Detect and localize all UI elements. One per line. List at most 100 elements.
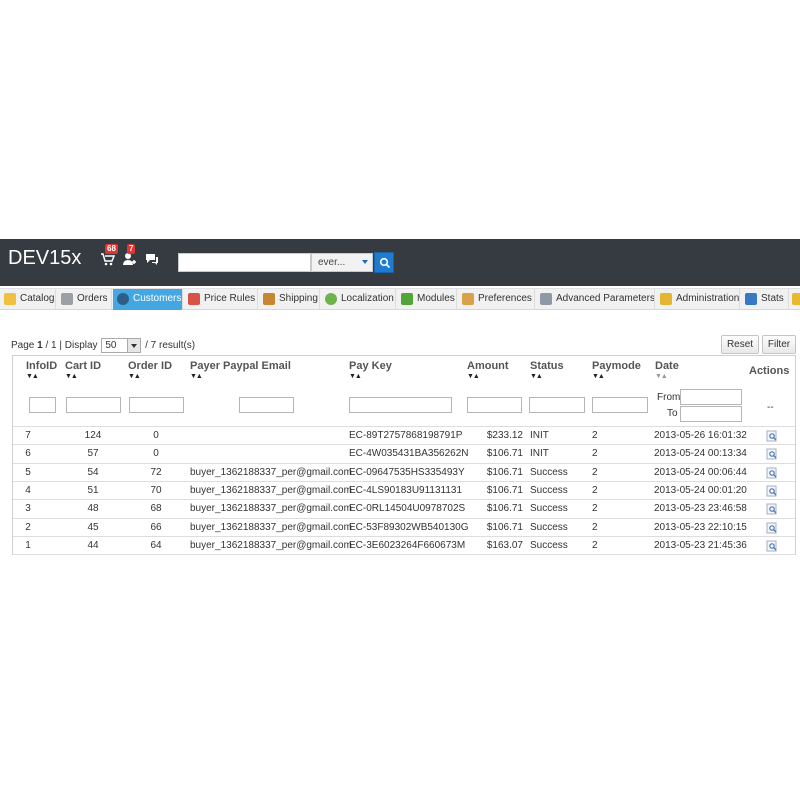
actions-filter-placeholder: --	[767, 402, 774, 413]
date-to-input[interactable]	[680, 406, 742, 422]
cell-date: 2013-05-23 23:46:58	[654, 503, 747, 515]
tab-label: Preferences	[478, 293, 532, 304]
page-separator: /	[45, 340, 49, 352]
cart-icon	[61, 293, 73, 305]
cell-paykey: EC-4W035431BA356262N	[349, 448, 469, 460]
tab-label: Localization	[341, 293, 394, 304]
customers-notification[interactable]: 7	[122, 244, 140, 269]
orders-notification[interactable]: 68	[100, 244, 118, 269]
table-row[interactable]: 1 44 64 buyer_1362188337_per@gmail.com EC-3E…	[13, 535, 795, 554]
cell-infoid: 4	[25, 484, 31, 496]
tab-label: Administration	[676, 293, 740, 304]
view-details-icon[interactable]	[766, 522, 778, 534]
view-details-icon[interactable]	[766, 430, 778, 442]
search-input[interactable]	[178, 253, 311, 272]
search-button[interactable]	[374, 252, 394, 273]
cell-cartid: 48	[87, 503, 99, 515]
filter-infoid-input[interactable]	[29, 397, 56, 413]
cell-paymode: 2	[592, 448, 598, 460]
tab-advanced-parameters[interactable]: Advanced Parameters	[536, 289, 655, 310]
messages-notification[interactable]	[144, 251, 162, 269]
sort-arrows[interactable]: ▼▲	[655, 373, 668, 380]
tab-overflow[interactable]	[790, 289, 800, 310]
view-details-icon[interactable]	[766, 485, 778, 497]
tab-label: Customers	[133, 293, 182, 304]
reset-button[interactable]: Reset	[721, 335, 759, 354]
sort-arrows[interactable]: ▼▲	[530, 373, 543, 380]
tab-modules[interactable]: Modules	[397, 289, 457, 310]
filter-paykey-input[interactable]	[349, 397, 452, 413]
tab-stats[interactable]: Stats	[741, 289, 789, 310]
column-header-status: Status	[530, 360, 564, 372]
table-row[interactable]: 2 45 66 buyer_1362188337_per@gmail.com EC-53…	[13, 517, 795, 536]
sort-arrows[interactable]: ▼▲	[349, 373, 362, 380]
sort-arrows[interactable]: ▼▲	[592, 373, 605, 380]
cell-date: 2013-05-23 22:10:15	[654, 521, 747, 533]
cell-email: buyer_1362188337_per@gmail.com	[190, 539, 352, 551]
cell-orderid: 66	[150, 521, 162, 533]
cell-paykey: EC-53F89302WB540130G	[349, 521, 469, 533]
tab-localization[interactable]: Localization	[321, 289, 396, 310]
column-header-email: Payer Paypal Email	[190, 360, 291, 372]
tab-customers[interactable]: Customers	[113, 289, 183, 310]
sort-arrows[interactable]: ▼▲	[467, 373, 480, 380]
table-row[interactable]: 6 57 0 EC-4W035431BA356262N $106.71 INIT 2 2013…	[13, 444, 795, 462]
cell-paykey: EC-3E6023264F660673M	[349, 539, 466, 551]
tab-label: Shipping	[279, 293, 318, 304]
shop-name[interactable]: DEV15x	[8, 247, 81, 270]
cell-orderid: 64	[150, 539, 162, 551]
cell-infoid: 6	[25, 448, 31, 460]
tab-catalog[interactable]: Catalog	[0, 289, 56, 310]
sort-arrows[interactable]: ▼▲	[128, 373, 141, 380]
cell-status: Success	[530, 466, 568, 478]
column-header-orderid: Order ID	[128, 360, 173, 372]
column-header-paymode: Paymode	[592, 360, 641, 372]
table-row[interactable]: 7 124 0 EC-89T2757868198791P $233.12 INIT 2 201…	[13, 426, 795, 444]
table-row[interactable]: 5 54 72 buyer_1362188337_per@gmail.com EC-09…	[13, 462, 795, 481]
filter-orderid-input[interactable]	[129, 397, 184, 413]
customers-badge: 7	[127, 244, 136, 254]
cell-amount: $106.71	[486, 466, 523, 478]
chevron-down-icon	[362, 260, 368, 264]
filter-paymode-input[interactable]	[592, 397, 648, 413]
table-row[interactable]: 4 51 70 buyer_1362188337_per@gmail.com EC-4L…	[13, 480, 795, 499]
view-details-icon[interactable]	[766, 540, 778, 552]
per-page-select[interactable]: 50	[101, 338, 142, 353]
column-header-actions: Actions	[749, 365, 790, 377]
cell-amount: $106.71	[486, 521, 523, 533]
cell-orderid: 0	[153, 448, 159, 460]
search-scope-select[interactable]: ever...	[311, 253, 373, 272]
filter-email-input[interactable]	[239, 397, 294, 413]
view-details-icon[interactable]	[766, 503, 778, 515]
cell-orderid: 0	[153, 430, 159, 441]
tab-label: Stats	[761, 293, 784, 304]
main-menu: Catalog Orders Customers Price Rules Shi…	[0, 288, 800, 310]
cell-paykey: EC-4LS90183U91131131	[349, 484, 463, 496]
tab-label: Orders	[77, 293, 108, 304]
folder-icon	[792, 293, 800, 305]
cell-paymode: 2	[592, 430, 598, 441]
cell-status: INIT	[530, 448, 549, 460]
tab-orders[interactable]: Orders	[57, 289, 112, 310]
sort-arrows[interactable]: ▼▲	[26, 373, 39, 380]
view-details-icon[interactable]	[766, 448, 778, 460]
cell-amount: $106.71	[486, 484, 523, 496]
tab-administration[interactable]: Administration	[656, 289, 740, 310]
tab-price-rules[interactable]: Price Rules	[184, 289, 258, 310]
view-details-icon[interactable]	[766, 467, 778, 479]
date-from-input[interactable]	[680, 389, 742, 405]
cell-amount: $233.12	[486, 430, 523, 441]
user-icon	[117, 293, 129, 305]
tab-preferences[interactable]: Preferences	[458, 289, 535, 310]
filter-status-input[interactable]	[529, 397, 585, 413]
sort-arrows[interactable]: ▼▲	[65, 373, 78, 380]
cell-cartid: 44	[87, 539, 99, 551]
tab-shipping[interactable]: Shipping	[259, 289, 320, 310]
filter-amount-input[interactable]	[467, 397, 522, 413]
filter-button[interactable]: Filter	[762, 335, 796, 354]
pagination-bar: Page 1 / 1 | Display 50 / 7 result(s)	[11, 338, 195, 353]
date-from-label: From	[657, 392, 681, 403]
sort-arrows[interactable]: ▼▲	[190, 373, 203, 380]
filter-cartid-input[interactable]	[66, 397, 121, 413]
table-row[interactable]: 3 48 68 buyer_1362188337_per@gmail.com EC-0R…	[13, 499, 795, 517]
